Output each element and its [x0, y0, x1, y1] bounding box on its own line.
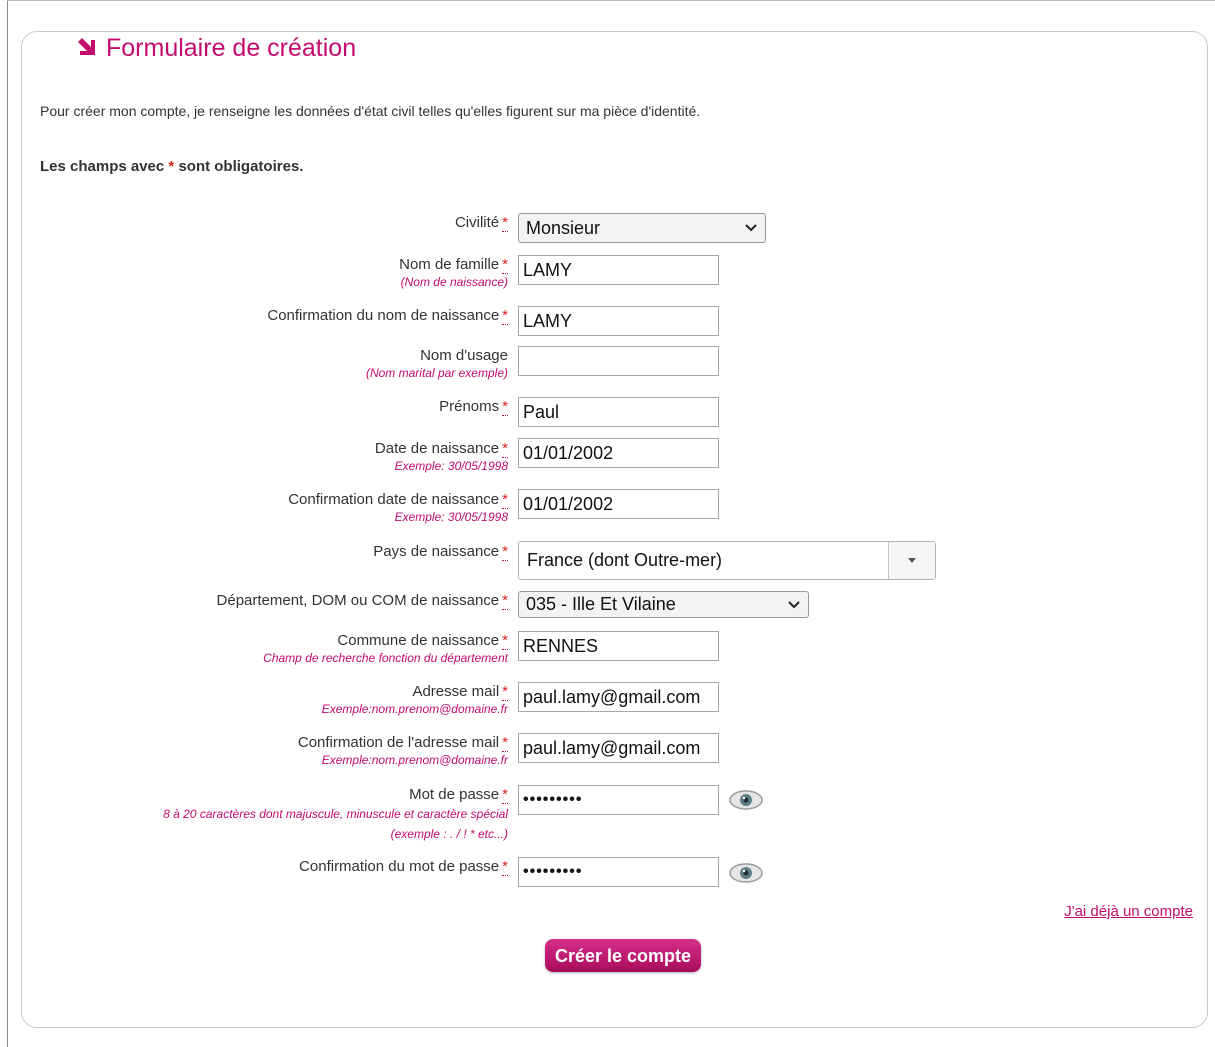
label-nom-usage: Nom d'usage (Nom marital par exemple) — [366, 346, 508, 382]
confirm-password-input[interactable]: ••••••••• — [518, 857, 719, 887]
label-confirm-email: Confirmation de l'adresse mail * Exemple:… — [298, 733, 508, 769]
confirm-date-input[interactable]: 01/01/2002 — [518, 489, 719, 519]
label-text: Confirmation de l'adresse mail — [297, 734, 500, 751]
required-marker: * — [502, 256, 508, 274]
departement-value: 035 - Ille Et Vilaine — [526, 594, 676, 614]
label-civilite: Civilité * — [455, 213, 508, 232]
departement-select[interactable]: 035 - Ille Et Vilaine — [518, 591, 809, 618]
hint-text: Champ de recherche fonction du départeme… — [263, 651, 508, 665]
label-text: Nom de famille — [399, 256, 500, 273]
hint-text: Exemple: 30/05/1998 — [394, 459, 508, 473]
eye-icon[interactable] — [728, 862, 764, 884]
pays-value: France (dont Outre-mer) — [527, 550, 723, 570]
hint-text-example: (exemple : . / ! * etc...) — [390, 827, 508, 841]
eye-icon[interactable] — [728, 789, 764, 811]
required-marker: * — [502, 214, 508, 232]
required-marker: * — [502, 398, 508, 416]
label-confirm-password: Confirmation du mot de passe * — [299, 857, 508, 876]
label-text: Civilité — [454, 214, 500, 231]
label-pays: Pays de naissance * — [373, 542, 508, 561]
page-title-text: Formulaire de création — [106, 34, 357, 62]
label-date-naissance: Date de naissance * Exemple: 30/05/1998 — [375, 439, 508, 475]
required-marker: * — [502, 858, 508, 876]
label-text: Date de naissance — [374, 440, 500, 457]
chevron-down-icon — [745, 224, 757, 232]
intro-text: Pour créer mon compte, je renseigne les … — [40, 103, 701, 119]
corner-arrow-icon — [78, 38, 95, 55]
label-text: Confirmation du nom de naissance — [267, 307, 500, 324]
commune-input[interactable]: RENNES — [518, 631, 719, 661]
label-confirm-date: Confirmation date de naissance * Exemple:… — [288, 490, 508, 526]
label-email: Adresse mail * Exemple:nom.prenom@domaine… — [322, 682, 508, 718]
window-top-border — [7, 0, 1215, 1]
hint-text: Exemple: 30/05/1998 — [394, 510, 508, 524]
required-marker: * — [502, 632, 508, 650]
required-marker: * — [502, 592, 508, 610]
hint-text: 8 à 20 caractères dont majuscule, minusc… — [163, 807, 508, 821]
confirm-nom-input[interactable]: LAMY — [518, 306, 719, 336]
nom-usage-input[interactable] — [518, 346, 719, 376]
hint-text: Exemple:nom.prenom@domaine.fr — [321, 702, 508, 716]
label-departement: Département, DOM ou COM de naissance * — [217, 591, 508, 610]
label-text: Prénoms — [439, 398, 500, 415]
mandatory-star: * — [168, 158, 175, 175]
label-commune: Commune de naissance * Champ de recherche… — [263, 631, 508, 667]
email-value: paul.lamy@gmail.com — [523, 687, 701, 707]
date-naissance-input[interactable]: 01/01/2002 — [518, 438, 719, 468]
label-nom-famille: Nom de famille * (Nom de naissance) — [399, 255, 508, 291]
required-marker: * — [502, 307, 508, 325]
label-text: Confirmation du mot de passe — [299, 858, 500, 875]
pays-dropdown-button[interactable] — [888, 542, 935, 579]
already-account-link[interactable]: J'ai déjà un compte — [1064, 903, 1193, 920]
create-account-button[interactable]: Créer le compte — [545, 939, 701, 972]
prenoms-input[interactable]: Paul — [518, 397, 719, 427]
label-password: Mot de passe * 8 à 20 caractères dont maj… — [163, 785, 508, 843]
label-text: Département, DOM ou COM de naissance — [216, 592, 500, 609]
pays-combobox[interactable]: France (dont Outre-mer) — [518, 541, 936, 580]
required-marker: * — [502, 786, 508, 804]
hint-text: (Nom de naissance) — [400, 275, 508, 289]
required-marker: * — [502, 734, 508, 752]
password-input[interactable]: ••••••••• — [518, 785, 719, 815]
label-text: Adresse mail — [412, 683, 500, 700]
label-prenoms: Prénoms * — [439, 397, 508, 416]
required-marker: * — [502, 543, 508, 561]
confirm-email-input[interactable]: paul.lamy@gmail.com — [518, 733, 719, 763]
mandatory-notice: Les champs avec * sont obligatoires. — [40, 157, 303, 177]
page-title: Formulaire de création — [78, 33, 356, 63]
label-text: Pays de naissance — [373, 543, 500, 560]
nom-famille-input[interactable]: LAMY — [518, 255, 719, 285]
hint-text: Exemple:nom.prenom@domaine.fr — [321, 753, 508, 767]
mandatory-prefix: Les champs avec — [40, 158, 165, 175]
email-input[interactable]: paul.lamy@gmail.com — [518, 682, 719, 712]
civilite-value: Monsieur — [526, 218, 601, 238]
label-confirm-nom: Confirmation du nom de naissance * — [267, 306, 508, 325]
required-marker: * — [502, 440, 508, 458]
label-text: Confirmation date de naissance — [288, 491, 500, 508]
hint-text: (Nom marital par exemple) — [365, 366, 508, 380]
required-marker: * — [502, 491, 508, 509]
required-marker: * — [502, 683, 508, 701]
label-text: Commune de naissance — [337, 632, 500, 649]
caret-down-icon — [908, 558, 916, 563]
label-text: Mot de passe — [409, 786, 500, 803]
label-text: Nom d'usage — [420, 347, 508, 364]
chevron-down-icon — [788, 601, 800, 609]
confirm-email-value: paul.lamy@gmail.com — [523, 738, 701, 758]
window-left-border — [7, 0, 8, 1047]
mandatory-suffix: sont obligatoires. — [178, 158, 304, 175]
civilite-select[interactable]: Monsieur — [518, 213, 766, 243]
